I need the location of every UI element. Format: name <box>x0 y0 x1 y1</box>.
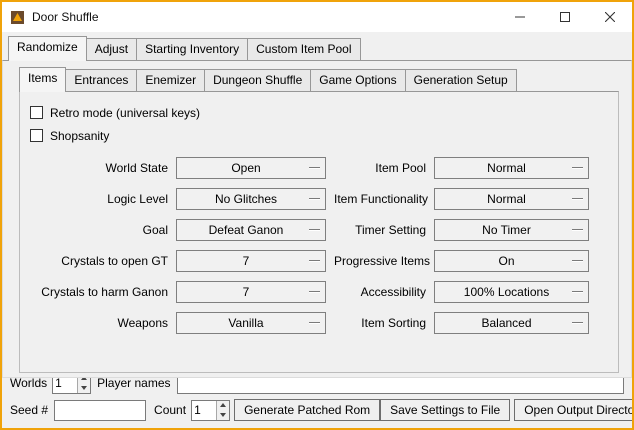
dropdown-indicator-icon <box>309 322 320 324</box>
shopsanity-row: Shopsanity <box>30 124 618 147</box>
progressive-items-dropdown[interactable]: On <box>434 250 589 272</box>
crystals-harm-ganon-dropdown[interactable]: 7 <box>176 281 326 303</box>
tab-dungeon-shuffle[interactable]: Dungeon Shuffle <box>204 69 311 91</box>
retro-mode-row: Retro mode (universal keys) <box>30 101 618 124</box>
spinner-down-icon[interactable] <box>78 383 90 393</box>
tab-adjust[interactable]: Adjust <box>86 38 137 60</box>
item-functionality-dropdown[interactable]: Normal <box>434 188 589 210</box>
spinner-arrows <box>216 401 229 420</box>
player-names-label: Player names <box>97 376 170 390</box>
dropdown-indicator-icon <box>309 260 320 262</box>
tab-starting-inventory[interactable]: Starting Inventory <box>136 38 248 60</box>
inner-tab-bar: Items Entrances Enemizer Dungeon Shuffle… <box>19 67 631 91</box>
randomize-pane: Items Entrances Enemizer Dungeon Shuffle… <box>2 60 632 378</box>
titlebar: Door Shuffle <box>2 2 632 32</box>
item-sorting-dropdown[interactable]: Balanced <box>434 312 589 334</box>
tab-items[interactable]: Items <box>19 67 66 92</box>
window-controls <box>497 2 632 32</box>
dropdown-indicator-icon <box>572 291 583 293</box>
seed-label: Seed # <box>10 403 48 417</box>
tab-game-options[interactable]: Game Options <box>310 69 405 91</box>
tab-randomize[interactable]: Randomize <box>8 36 87 61</box>
tab-enemizer[interactable]: Enemizer <box>136 69 205 91</box>
dropdown-value: On <box>498 254 514 268</box>
crystals-open-gt-dropdown[interactable]: 7 <box>176 250 326 272</box>
dropdown-value: 7 <box>243 285 250 299</box>
dropdown-indicator-icon <box>309 229 320 231</box>
item-pool-label: Item Pool <box>334 161 426 175</box>
minimize-icon <box>515 12 525 22</box>
open-output-directory-button[interactable]: Open Output Directory <box>514 399 634 421</box>
close-icon <box>605 12 615 22</box>
goal-label: Goal <box>28 223 168 237</box>
logic-level-dropdown[interactable]: No Glitches <box>176 188 326 210</box>
item-functionality-label: Item Functionality <box>334 192 426 206</box>
generate-patched-rom-button[interactable]: Generate Patched Rom <box>234 399 380 421</box>
spinner-down-icon[interactable] <box>217 410 229 420</box>
accessibility-label: Accessibility <box>334 285 426 299</box>
dropdown-value: No Timer <box>482 223 531 237</box>
dropdown-indicator-icon <box>572 260 583 262</box>
weapons-dropdown[interactable]: Vanilla <box>176 312 326 334</box>
dropdown-value: 100% Locations <box>464 285 549 299</box>
shopsanity-checkbox[interactable] <box>30 129 43 142</box>
timer-setting-dropdown[interactable]: No Timer <box>434 219 589 241</box>
progressive-items-label: Progressive Items <box>334 254 426 268</box>
timer-setting-label: Timer Setting <box>334 223 426 237</box>
dropdown-value: Normal <box>487 161 526 175</box>
close-button[interactable] <box>587 2 632 32</box>
items-pane: Retro mode (universal keys) Shopsanity W… <box>19 91 619 373</box>
dropdown-indicator-icon <box>309 198 320 200</box>
crystals-harm-ganon-label: Crystals to harm Ganon <box>28 285 168 299</box>
dropdown-value: 7 <box>243 254 250 268</box>
item-sorting-label: Item Sorting <box>334 316 426 330</box>
dropdown-value: Open <box>231 161 260 175</box>
maximize-icon <box>560 12 570 22</box>
maximize-button[interactable] <box>542 2 587 32</box>
seed-row: Seed # Count Generate Patched Rom Save S… <box>10 399 624 421</box>
tab-entrances[interactable]: Entrances <box>65 69 137 91</box>
dropdown-value: No Glitches <box>215 192 277 206</box>
count-input[interactable] <box>192 401 216 420</box>
dropdown-indicator-icon <box>572 167 583 169</box>
retro-mode-checkbox[interactable] <box>30 106 43 119</box>
dropdown-indicator-icon <box>572 322 583 324</box>
goal-dropdown[interactable]: Defeat Ganon <box>176 219 326 241</box>
seed-input[interactable] <box>54 400 146 421</box>
logic-level-label: Logic Level <box>28 192 168 206</box>
dropdown-value: Vanilla <box>228 316 263 330</box>
window-title: Door Shuffle <box>32 10 99 24</box>
tab-generation-setup[interactable]: Generation Setup <box>405 69 517 91</box>
dropdown-value: Balanced <box>481 316 531 330</box>
dropdown-indicator-icon <box>572 229 583 231</box>
worlds-label: Worlds <box>10 376 47 390</box>
item-pool-dropdown[interactable]: Normal <box>434 157 589 179</box>
crystals-open-gt-label: Crystals to open GT <box>28 254 168 268</box>
shopsanity-label: Shopsanity <box>50 129 109 143</box>
count-label: Count <box>154 403 186 417</box>
save-settings-button[interactable]: Save Settings to File <box>380 399 510 421</box>
spinner-up-icon[interactable] <box>217 401 229 411</box>
window: Door Shuffle Randomize Adjust Starting I… <box>0 0 634 430</box>
accessibility-dropdown[interactable]: 100% Locations <box>434 281 589 303</box>
dropdown-indicator-icon <box>309 167 320 169</box>
tab-custom-item-pool[interactable]: Custom Item Pool <box>247 38 360 60</box>
dropdown-value: Defeat Ganon <box>209 223 284 237</box>
options-form: World State Open Item Pool Normal Logic … <box>28 157 618 334</box>
app-icon <box>10 10 25 25</box>
minimize-button[interactable] <box>497 2 542 32</box>
world-state-label: World State <box>28 161 168 175</box>
outer-tab-bar: Randomize Adjust Starting Inventory Cust… <box>8 36 632 60</box>
retro-mode-label: Retro mode (universal keys) <box>50 106 200 120</box>
dropdown-value: Normal <box>487 192 526 206</box>
weapons-label: Weapons <box>28 316 168 330</box>
world-state-dropdown[interactable]: Open <box>176 157 326 179</box>
dropdown-indicator-icon <box>309 291 320 293</box>
count-spinner[interactable] <box>191 400 230 421</box>
dropdown-indicator-icon <box>572 198 583 200</box>
